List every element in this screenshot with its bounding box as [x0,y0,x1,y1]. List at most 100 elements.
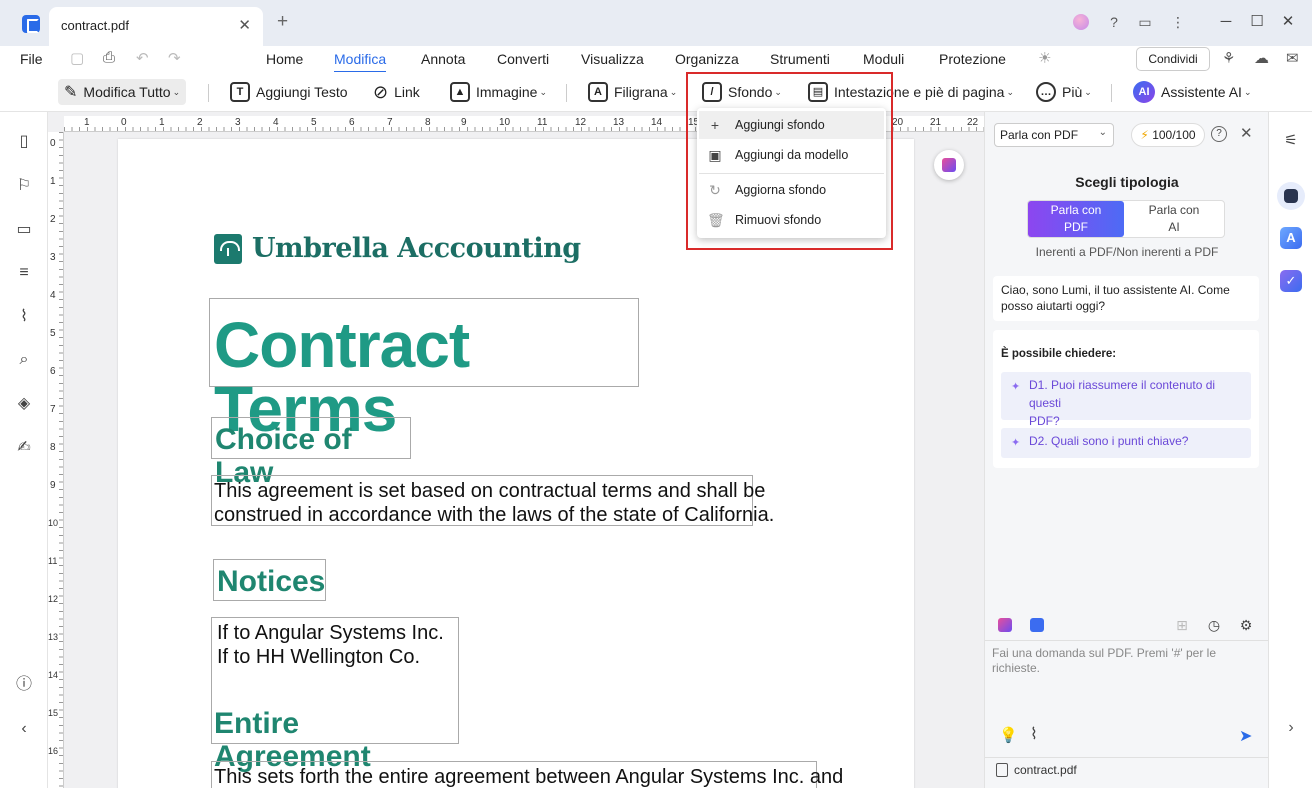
ai-robot-icon[interactable] [1277,182,1305,210]
title-text-box[interactable]: Contract Terms [209,298,639,441]
menu-moduli[interactable]: Moduli [863,51,904,67]
suggestion-item[interactable]: D1. Puoi riassumere il contenuto di ques… [1001,372,1251,428]
ai-icon: AI [1133,81,1155,103]
floating-ai-icon[interactable] [934,150,964,180]
attachment-icon[interactable]: ⌇ [14,307,34,327]
choose-type-heading: Scegli tipologia [1075,174,1179,190]
suggestion-item[interactable]: D2. Quali sono i punti chiave? [1001,428,1251,458]
pdf-chat-icon[interactable] [998,618,1012,632]
comment-icon[interactable]: ▭ [14,220,34,240]
menu-protezione[interactable]: Protezione [939,51,1006,67]
lightbulb-icon[interactable]: 💡 [999,726,1018,744]
chevron-down-icon: ⌄ [1006,86,1015,97]
chat-tools-row: ⊞ ◷ ⚙ [985,612,1269,636]
left-sidebar: ▯ ⚐ ▭ ≡ ⌇ ⌕ ◈ ✍ ⓘ ‹ [0,112,48,788]
credits-badge[interactable]: ⚡ 100/100 [1131,123,1205,147]
ruler-label: 8 [425,117,431,128]
option-label: PDF [1064,220,1088,234]
paragraph-text-box[interactable]: If to Angular Systems Inc. If to HH Well… [211,617,459,773]
watermark-button[interactable]: A Filigrana ⌄ [588,79,677,105]
chat-input-placeholder: richieste. [992,661,1041,675]
user-avatar[interactable] [1073,14,1089,30]
pages-list-icon[interactable]: ≡ [14,263,34,283]
cloud-upload-icon[interactable]: ☁ [1254,49,1269,67]
expand-right-icon[interactable]: › [1280,717,1302,739]
translate-icon[interactable] [1030,618,1044,632]
ruler-label: 7 [50,404,56,415]
minimize-icon[interactable]: ─ [1216,12,1236,32]
ai-assistant-button[interactable]: AI Assistente AI ⌄ [1133,79,1251,105]
workflow-icon[interactable]: ⚘ [1222,49,1235,67]
maximize-icon[interactable]: ☐ [1247,12,1267,32]
chevron-down-icon: ⌄ [1243,86,1252,97]
save-icon[interactable]: ▢ [70,49,84,67]
menu-organizza[interactable]: Organizza [675,51,739,67]
translate-icon[interactable]: A [1280,227,1302,249]
greeting-line: posso aiutarti oggi? [1001,299,1106,313]
attachment-icon[interactable]: ⌇ [1030,724,1038,744]
ruler-label: 3 [50,252,56,263]
ruler-label: 0 [50,138,56,149]
help-icon[interactable]: ? [1104,12,1124,32]
search-icon[interactable]: ⌕ [14,350,34,370]
redo-icon[interactable]: ↷ [168,49,181,67]
more-vertical-icon[interactable]: ⋮ [1168,12,1188,32]
settings-icon[interactable]: ⚙ [1237,616,1255,634]
close-icon[interactable]: ✕ [1240,124,1253,142]
bookmark-icon[interactable]: ⚐ [14,176,34,196]
send-icon[interactable]: ➤ [1239,726,1252,746]
menu-modifica[interactable]: Modifica [334,51,387,73]
page-thumbnail-icon[interactable]: ▯ [14,132,34,152]
help-circle-icon[interactable]: ⓘ [14,675,34,695]
paragraph-text-box[interactable]: This sets forth the entire agreement bet… [211,761,843,788]
paragraph-text-box[interactable]: This agreement is set based on contractu… [211,475,774,526]
ai-assistant-label: Assistente AI [1161,84,1242,100]
toolbar-divider [208,84,209,102]
file-icon [996,763,1008,777]
document-tab[interactable]: contract.pdf ✕ [49,7,263,46]
history-icon[interactable]: ◷ [1205,616,1223,634]
help-icon[interactable]: ? [1211,126,1227,142]
menu-strumenti[interactable]: Strumenti [770,51,830,67]
checklist-icon[interactable]: ✓ [1280,270,1302,292]
edit-all-button[interactable]: ✎ Modifica Tutto ⌄ [58,79,187,105]
chat-with-ai-option[interactable]: Parla con AI [1124,201,1224,237]
chat-mode-select[interactable]: Parla con PDF ⌄ [994,123,1114,147]
heading-text-box[interactable]: Notices [213,559,326,601]
print-icon[interactable]: ⎙ [103,49,115,66]
section-heading: Notices [217,565,326,598]
file-menu[interactable]: File [20,51,43,67]
new-tab-icon[interactable]: + [277,11,288,33]
link-button[interactable]: ⊘ Link [373,79,420,105]
image-button[interactable]: ▲ Immagine ⌄ [450,79,547,105]
mail-icon[interactable]: ✉ [1286,49,1299,67]
ruler-label: 11 [537,117,548,128]
feedback-icon[interactable]: ▭ [1135,12,1155,32]
link-label: Link [394,84,420,100]
suggestion-line: D1. Puoi riassumere il contenuto di ques… [1029,378,1216,410]
heading-text-box[interactable]: Choice of Law [211,417,411,489]
tab-close-icon[interactable]: ✕ [238,16,251,34]
more-button[interactable]: … Più ⌄ [1036,79,1092,105]
lightbulb-icon[interactable]: ☀ [1038,49,1051,67]
suggestion-line: D2. Quali sono i punti chiave? [1029,434,1189,448]
layers-icon[interactable]: ◈ [14,394,34,414]
properties-icon[interactable]: ⚟ [1280,130,1302,152]
new-chat-icon[interactable]: ⊞ [1173,616,1191,634]
chevron-down-icon: ⌄ [1084,86,1092,97]
signature-icon[interactable]: ✍ [14,438,34,458]
menu-home[interactable]: Home [266,51,303,67]
undo-icon[interactable]: ↶ [136,49,149,67]
menu-converti[interactable]: Converti [497,51,549,67]
close-window-icon[interactable]: ✕ [1278,12,1298,32]
chat-with-pdf-option[interactable]: Parla con PDF [1028,201,1124,237]
menu-visualizza[interactable]: Visualizza [581,51,644,67]
collapse-left-icon[interactable]: ‹ [14,719,34,739]
share-button[interactable]: Condividi [1136,47,1210,71]
chat-input[interactable]: Fai una domanda sul PDF. Premi '#' per l… [992,646,1232,676]
add-text-button[interactable]: T Aggiungi Testo [230,79,348,105]
chat-type-toggle: Parla con PDF Parla con AI [1027,200,1225,238]
attached-file[interactable]: contract.pdf [996,763,1077,777]
chat-mode-value: Parla con PDF [1000,128,1079,142]
menu-annota[interactable]: Annota [421,51,465,67]
